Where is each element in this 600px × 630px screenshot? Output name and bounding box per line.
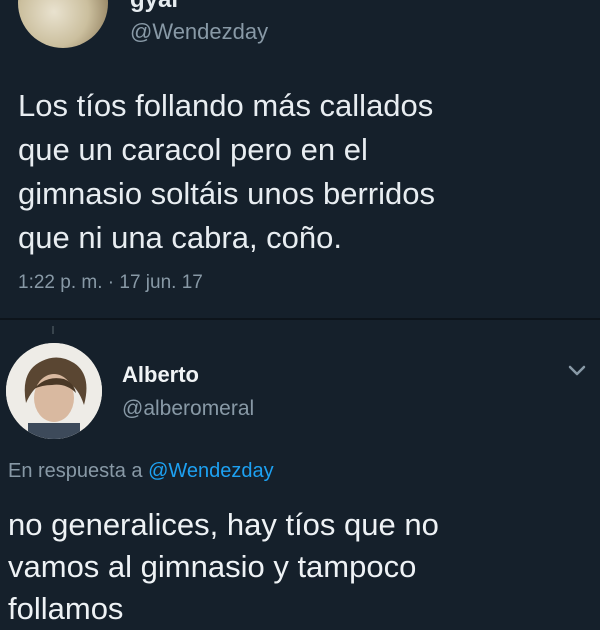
author-name[interactable]: gyal	[130, 0, 178, 14]
avatar-portrait	[6, 343, 102, 439]
original-tweet: gyal @Wendezday Los tíos follando más ca…	[0, 0, 600, 318]
reply-text: no generalices, hay tíos que no vamos al…	[8, 507, 439, 626]
avatar[interactable]	[6, 343, 102, 439]
tweet-timestamp[interactable]: 1:22 p. m. · 17 jun. 17	[18, 272, 203, 294]
tweet-text: Los tíos follando más callados que un ca…	[18, 88, 435, 255]
mention-link[interactable]: @Wendezday	[148, 460, 274, 482]
reply-context: En respuesta a @Wendezday	[8, 460, 274, 483]
author-name[interactable]: Alberto	[122, 362, 199, 388]
author-handle[interactable]: @alberomeral	[122, 397, 254, 421]
reply-context-label: En respuesta a	[8, 460, 143, 482]
thread-line	[52, 326, 54, 334]
chevron-down-icon[interactable]	[565, 360, 589, 380]
divider	[0, 318, 600, 320]
author-handle[interactable]: @Wendezday	[130, 19, 268, 45]
avatar[interactable]	[18, 0, 108, 48]
